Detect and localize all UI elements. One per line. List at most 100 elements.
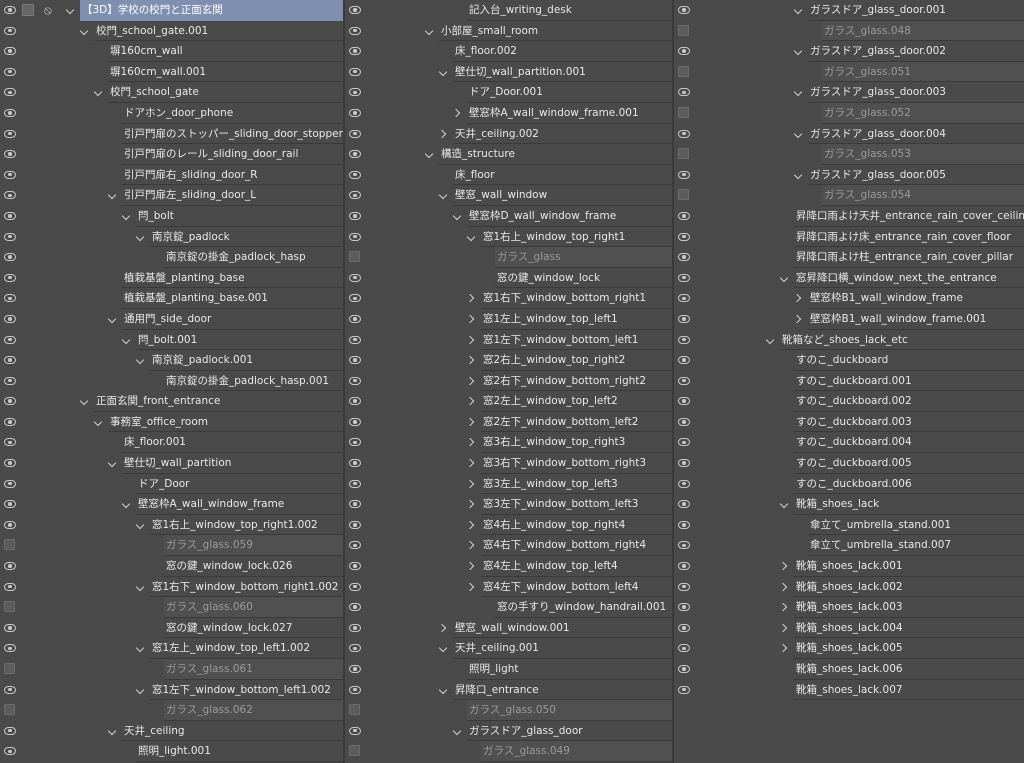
layer-name[interactable]: 窓の手すり_window_handrail.001: [495, 597, 672, 618]
visibility-toggle[interactable]: [674, 453, 697, 474]
visibility-toggle[interactable]: [674, 515, 697, 536]
layer-name[interactable]: 校門_school_gate.001: [94, 21, 343, 42]
link-icon[interactable]: ⦸: [44, 3, 60, 17]
visibility-toggle[interactable]: [0, 432, 23, 453]
visibility-toggle[interactable]: [0, 494, 23, 515]
layer-row[interactable]: ガラス_glass.053: [674, 144, 1024, 165]
layer-row[interactable]: 靴箱など_shoes_lack_etc: [674, 330, 1024, 351]
layer-row[interactable]: ガラス_glass.059: [0, 535, 343, 557]
layer-name[interactable]: 靴箱_shoes_lack: [794, 494, 1024, 515]
visibility-toggle[interactable]: [0, 103, 23, 124]
visibility-toggle[interactable]: [0, 41, 23, 62]
visibility-toggle[interactable]: [345, 103, 368, 124]
layer-row[interactable]: ガラス_glass.060: [0, 597, 343, 618]
layer-name[interactable]: 靴箱_shoes_lack.001: [794, 556, 1024, 577]
layer-row[interactable]: すのこ_duckboard.003: [674, 412, 1024, 433]
layer-name[interactable]: ガラス_glass.048: [822, 20, 1024, 42]
layer-name[interactable]: 壁窓_wall_window.001: [453, 618, 672, 639]
layer-name[interactable]: 窓4右下_window_bottom_right4: [481, 535, 672, 557]
layer-name[interactable]: 壁窓枠A_wall_window_frame: [136, 494, 343, 515]
layer-name[interactable]: ガラス_glass.049: [481, 741, 672, 762]
layer-name[interactable]: 傘立て_umbrella_stand.001: [808, 515, 1024, 536]
layer-name[interactable]: 壁窓枠D_wall_window_frame: [467, 206, 672, 227]
layer-name[interactable]: 引戸門扉左_sliding_door_L: [122, 185, 343, 206]
layer-name[interactable]: 塀160cm_wall.001: [108, 62, 343, 83]
visibility-toggle[interactable]: [0, 330, 23, 351]
visibility-toggle[interactable]: [0, 288, 23, 309]
layer-row[interactable]: 昇降口_entrance: [345, 680, 672, 701]
layer-name[interactable]: 窓3左下_window_bottom_left3: [481, 494, 672, 515]
layer-name[interactable]: 窓1右下_window_bottom_right1: [481, 288, 672, 309]
layer-name[interactable]: ドア_Door.001: [467, 82, 672, 103]
visibility-toggle-off[interactable]: [0, 659, 23, 680]
visibility-toggle[interactable]: [674, 638, 697, 659]
layer-name[interactable]: 照明_light: [467, 659, 672, 680]
layer-row[interactable]: ガラス_glass.054: [674, 185, 1024, 206]
layer-name[interactable]: 校門_school_gate: [108, 82, 343, 103]
layer-name[interactable]: すのこ_duckboard: [794, 350, 1024, 371]
layer-row[interactable]: 引戸門扉のストッパー_sliding_door_stopper: [0, 124, 343, 145]
layer-row[interactable]: 塀160cm_wall.001: [0, 62, 343, 83]
layer-row[interactable]: 通用門_side_door: [0, 309, 343, 330]
layer-name[interactable]: 靴箱_shoes_lack.007: [794, 680, 1024, 701]
layer-name[interactable]: 窓1左上_window_top_left1.002: [150, 638, 343, 659]
visibility-toggle-off[interactable]: [674, 62, 697, 83]
visibility-toggle[interactable]: [0, 165, 23, 186]
layer-row[interactable]: 南京錠の掛金_padlock_hasp: [0, 247, 343, 268]
layer-name[interactable]: すのこ_duckboard.003: [794, 412, 1024, 433]
visibility-toggle[interactable]: [0, 185, 23, 206]
layer-name[interactable]: 窓4左下_window_bottom_left4: [481, 577, 672, 598]
layer-row[interactable]: 閂_bolt: [0, 206, 343, 227]
layer-row[interactable]: ガラス_glass.052: [674, 102, 1024, 124]
visibility-toggle[interactable]: [674, 371, 697, 392]
layer-row[interactable]: 窓1右下_window_bottom_right1.002: [0, 577, 343, 598]
layer-row[interactable]: 植栽基盤_planting_base.001: [0, 288, 343, 309]
layer-name[interactable]: 窓3右下_window_bottom_right3: [481, 453, 672, 474]
visibility-toggle[interactable]: [0, 618, 23, 639]
layer-name[interactable]: 窓2右上_window_top_right2: [481, 350, 672, 371]
visibility-toggle[interactable]: [674, 227, 697, 248]
layer-name[interactable]: ガラス_glass.051: [822, 61, 1024, 83]
layer-row[interactable]: ガラスドア_glass_door.001: [674, 0, 1024, 21]
layer-name[interactable]: ガラスドア_glass_door.003: [808, 82, 1024, 103]
layer-row[interactable]: 壁仕切_wall_partition.001: [345, 62, 672, 83]
visibility-toggle-off[interactable]: [345, 741, 368, 762]
layer-row[interactable]: 靴箱_shoes_lack.003: [674, 597, 1024, 618]
layer-name[interactable]: ガラス_glass.062: [164, 700, 343, 721]
layer-row[interactable]: 壁窓枠A_wall_window_frame.001: [345, 103, 672, 124]
layer-row[interactable]: 靴箱_shoes_lack: [674, 494, 1024, 515]
visibility-toggle[interactable]: [674, 247, 697, 268]
layer-row[interactable]: 構造_structure: [345, 144, 672, 165]
layer-row[interactable]: 靴箱_shoes_lack.002: [674, 577, 1024, 598]
layer-name[interactable]: 壁窓枠A_wall_window_frame.001: [467, 103, 672, 124]
layer-row[interactable]: 窓1左下_window_bottom_left1: [345, 330, 672, 351]
layer-row[interactable]: 窓3右上_window_top_right3: [345, 432, 672, 454]
layer-row[interactable]: 塀160cm_wall: [0, 41, 343, 62]
layer-name[interactable]: 窓3右上_window_top_right3: [481, 432, 672, 454]
layer-row[interactable]: 床_floor.001: [0, 432, 343, 454]
visibility-toggle[interactable]: [674, 494, 697, 515]
layer-row[interactable]: 窓の鍵_window_lock: [345, 268, 672, 289]
layer-row[interactable]: 傘立て_umbrella_stand.007: [674, 535, 1024, 557]
visibility-toggle[interactable]: [674, 0, 697, 21]
visibility-toggle[interactable]: [0, 82, 23, 103]
layer-row[interactable]: 植栽基盤_planting_base: [0, 268, 343, 289]
layer-row[interactable]: 窓2右上_window_top_right2: [345, 350, 672, 371]
visibility-toggle[interactable]: [345, 165, 368, 186]
layer-name[interactable]: 昇降口雨よけ床_entrance_rain_cover_floor: [794, 227, 1024, 248]
visibility-toggle[interactable]: [674, 309, 697, 330]
layer-row[interactable]: 窓1左上_window_top_left1.002: [0, 638, 343, 659]
visibility-toggle-off[interactable]: [674, 103, 697, 124]
layer-name[interactable]: 壁窓_wall_window: [453, 185, 672, 206]
layer-name[interactable]: 壁仕切_wall_partition: [122, 453, 343, 474]
layer-row[interactable]: ガラスドア_glass_door.004: [674, 124, 1024, 145]
layer-row[interactable]: 照明_light: [345, 659, 672, 680]
layer-row[interactable]: 床_floor: [345, 165, 672, 186]
layer-name[interactable]: 南京錠_padlock.001: [150, 350, 343, 371]
layer-name[interactable]: すのこ_duckboard.004: [794, 432, 1024, 454]
visibility-toggle[interactable]: [345, 41, 368, 62]
layer-name[interactable]: 窓2右下_window_bottom_right2: [481, 371, 672, 392]
layer-row[interactable]: 事務室_office_room: [0, 412, 343, 433]
visibility-toggle[interactable]: [345, 618, 368, 639]
layer-name[interactable]: すのこ_duckboard.005: [794, 453, 1024, 474]
